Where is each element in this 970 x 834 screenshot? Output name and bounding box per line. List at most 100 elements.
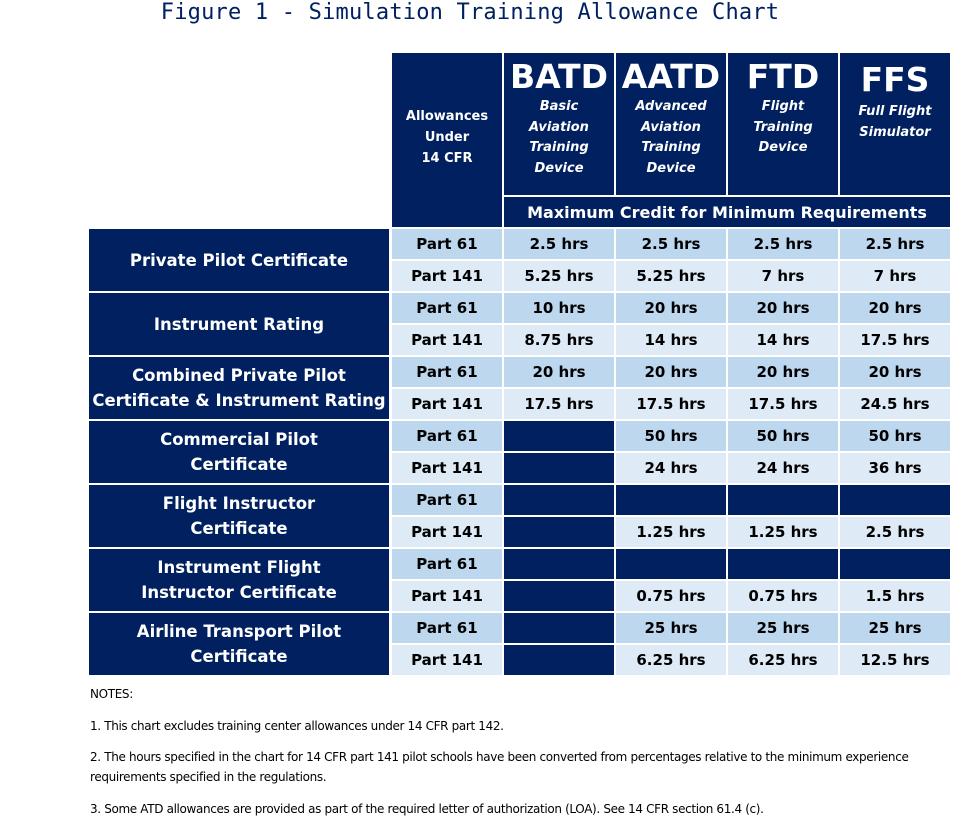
credit-value: 20 hrs xyxy=(756,363,810,381)
not-applicable-cell xyxy=(728,549,838,579)
device-full-name-line: Training xyxy=(753,119,813,135)
not-applicable-cell xyxy=(504,613,614,643)
credit-value-cell: 0.75 hrs xyxy=(728,581,838,611)
credit-value: 25 hrs xyxy=(644,619,698,637)
credit-value: 17.5 hrs xyxy=(748,395,818,413)
credit-value-cell: 20 hrs xyxy=(840,357,950,387)
credit-value-cell: 2.5 hrs xyxy=(840,229,950,259)
credit-value: 1.25 hrs xyxy=(636,523,706,541)
device-full-name-line: Aviation xyxy=(529,119,589,135)
credit-value: 2.5 hrs xyxy=(529,235,589,253)
credit-value-cell: 24 hrs xyxy=(728,453,838,483)
row-group-label: Instrument Flight Instructor Certificate xyxy=(89,549,389,611)
credit-value-cell: 25 hrs xyxy=(616,613,726,643)
note-1: 1. This chart excludes training center a… xyxy=(90,719,504,733)
credit-value: 25 hrs xyxy=(756,619,810,637)
credit-value: 2.5 hrs xyxy=(865,235,925,253)
certificate-label-line: Certificate & Instrument Rating xyxy=(92,391,386,410)
credit-value: 5.25 hrs xyxy=(636,267,706,285)
credit-value: 36 hrs xyxy=(868,459,922,477)
not-applicable-cell xyxy=(616,549,726,579)
credit-value-cell: 2.5 hrs xyxy=(504,229,614,259)
credit-value: 20 hrs xyxy=(868,299,922,317)
part-label: Part 61 xyxy=(416,235,478,253)
credit-value-cell: 24 hrs xyxy=(616,453,726,483)
header-allowances-line: Allowances xyxy=(405,109,489,124)
credit-value-cell: 10 hrs xyxy=(504,293,614,323)
credit-value-cell: 5.25 hrs xyxy=(504,261,614,291)
not-applicable-cell xyxy=(504,645,614,675)
credit-value-cell: 20 hrs xyxy=(504,357,614,387)
credit-value-cell: 36 hrs xyxy=(840,453,950,483)
credit-value: 7 hrs xyxy=(873,267,917,285)
credit-value-cell: 17.5 hrs xyxy=(840,325,950,355)
credit-value-cell: 2.5 hrs xyxy=(728,229,838,259)
not-applicable-cell xyxy=(504,485,614,515)
credit-value-cell: 25 hrs xyxy=(728,613,838,643)
device-full-name-line: Flight xyxy=(761,99,805,114)
credit-value-cell: 20 hrs xyxy=(616,357,726,387)
header-allowances-line: 14 CFR xyxy=(421,151,473,166)
note-2: 2. The hours specified in the chart for … xyxy=(90,750,909,784)
figure-title: Figure 1 - Simulation Training Allowance… xyxy=(160,0,780,25)
credit-value: 10 hrs xyxy=(532,299,586,317)
credit-value-cell: 50 hrs xyxy=(616,421,726,451)
credit-value: 20 hrs xyxy=(644,299,698,317)
credit-value-cell: 17.5 hrs xyxy=(504,389,614,419)
certificate-label-line: Instrument Flight xyxy=(157,558,321,577)
credit-value-cell: 17.5 hrs xyxy=(616,389,726,419)
credit-value-cell: 5.25 hrs xyxy=(616,261,726,291)
part-cell: Part 61 xyxy=(392,293,502,323)
row-group-label: Private Pilot Certificate xyxy=(89,229,389,291)
device-full-name-line: Training xyxy=(641,140,701,155)
credit-value-cell: 20 hrs xyxy=(728,293,838,323)
not-applicable-cell xyxy=(728,485,838,515)
part-cell: Part 61 xyxy=(392,485,502,515)
credit-value-cell: 2.5 hrs xyxy=(840,517,950,547)
credit-value-cell: 14 hrs xyxy=(616,325,726,355)
row-group-label: Airline Transport Pilot Certificate xyxy=(89,613,389,675)
device-abbreviation: FTD xyxy=(746,57,820,96)
part-label: Part 61 xyxy=(416,491,478,509)
credit-value: 50 hrs xyxy=(868,427,922,445)
credit-value: 0.75 hrs xyxy=(636,587,706,605)
max-credit-banner: Maximum Credit for Minimum Requirements xyxy=(504,197,950,227)
credit-value: 17.5 hrs xyxy=(636,395,706,413)
not-applicable-cell xyxy=(504,421,614,451)
credit-value-cell: 6.25 hrs xyxy=(728,645,838,675)
credit-value-cell: 24.5 hrs xyxy=(840,389,950,419)
credit-value-cell: 20 hrs xyxy=(728,357,838,387)
credit-value-cell: 14 hrs xyxy=(728,325,838,355)
credit-value: 17.5 hrs xyxy=(860,331,930,349)
credit-value-cell: 20 hrs xyxy=(840,293,950,323)
part-label: Part 141 xyxy=(411,523,483,541)
credit-value-cell: 7 hrs xyxy=(728,261,838,291)
credit-value: 17.5 hrs xyxy=(524,395,594,413)
part-cell: Part 61 xyxy=(392,549,502,579)
credit-value-cell: 1.25 hrs xyxy=(616,517,726,547)
device-abbreviation: BATD xyxy=(509,57,609,96)
device-abbreviation: AATD xyxy=(621,57,721,96)
header-allowances-cell: Allowances Under 14 CFR xyxy=(392,53,502,227)
credit-value: 24.5 hrs xyxy=(860,395,930,413)
credit-value: 7 hrs xyxy=(761,267,805,285)
credit-value-cell: 17.5 hrs xyxy=(728,389,838,419)
device-full-name-line: Aviation xyxy=(641,119,701,135)
certificate-label-line: Combined Private Pilot xyxy=(132,366,346,385)
credit-value: 25 hrs xyxy=(868,619,922,637)
credit-value: 20 hrs xyxy=(756,299,810,317)
header-device-batd: BATD Basic Aviation Training Device xyxy=(504,53,614,195)
part-cell: Part 61 xyxy=(392,229,502,259)
not-applicable-cell xyxy=(504,581,614,611)
row-group-label: Instrument Rating xyxy=(89,293,389,355)
header-allowances-line: Under xyxy=(424,130,470,145)
device-abbreviation: FFS xyxy=(860,60,930,99)
credit-value: 8.75 hrs xyxy=(524,331,594,349)
device-full-name-line: Device xyxy=(534,160,584,176)
credit-value-cell: 1.25 hrs xyxy=(728,517,838,547)
credit-value: 14 hrs xyxy=(644,331,698,349)
credit-value-cell: 6.25 hrs xyxy=(616,645,726,675)
credit-value: 20 hrs xyxy=(532,363,586,381)
row-group-label: Commercial Pilot Certificate xyxy=(89,421,389,483)
part-cell: Part 141 xyxy=(392,645,502,675)
